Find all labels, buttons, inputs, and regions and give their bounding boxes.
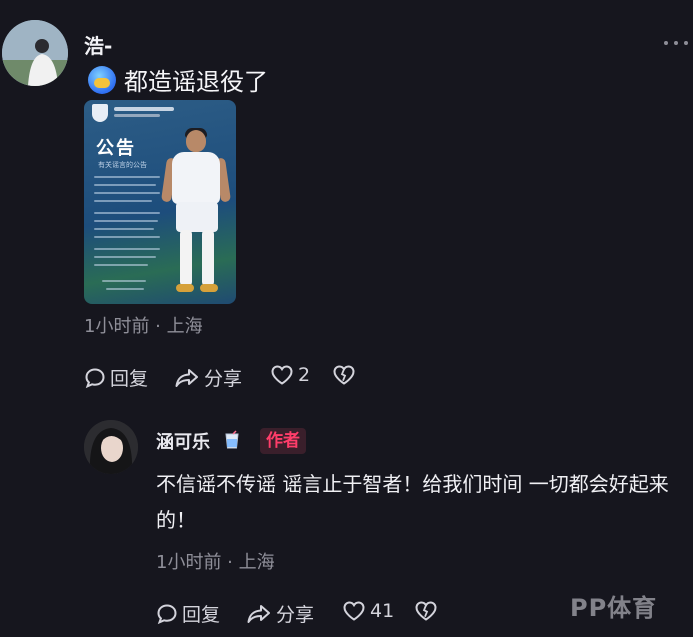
reply-meta: 1小时前 · 上海	[156, 552, 275, 573]
like-button[interactable]: 2	[270, 364, 310, 386]
comment-meta: 1小时前 · 上海	[84, 316, 203, 337]
dislike-heart-icon	[415, 601, 437, 621]
avatar[interactable]	[2, 20, 68, 86]
share-button[interactable]: 分享	[174, 364, 242, 391]
comment-text: 都造谣退役了	[124, 68, 268, 96]
heart-icon	[271, 365, 293, 385]
reply-icon	[157, 603, 177, 624]
avatar-photo	[2, 20, 68, 86]
dislike-heart-icon	[333, 365, 355, 385]
poster-title: 公告	[96, 138, 136, 159]
emoji-sticker-icon	[88, 66, 116, 94]
reply-button[interactable]: 回复	[84, 364, 148, 391]
share-label: 分享	[204, 368, 243, 390]
reply-label: 回复	[182, 604, 221, 626]
reply-username[interactable]: 涵可乐	[156, 428, 210, 454]
share-icon	[247, 604, 270, 623]
username[interactable]: 浩-	[84, 30, 112, 59]
like-count: 2	[298, 364, 311, 386]
share-label: 分享	[276, 604, 315, 626]
dislike-button[interactable]	[332, 364, 356, 386]
poster-subtitle: 有关谣言的公告	[98, 161, 147, 169]
more-options-icon[interactable]	[664, 38, 688, 48]
reply-dislike-button[interactable]	[414, 600, 438, 622]
reply-like-button[interactable]: 41	[342, 600, 394, 622]
reply-avatar[interactable]	[84, 420, 138, 474]
reply-share-button[interactable]: 分享	[246, 600, 314, 627]
attached-image[interactable]: 公告 有关谣言的公告	[84, 100, 236, 304]
club-logo-icon	[92, 104, 108, 122]
player-figure	[160, 128, 232, 300]
reply-reply-button[interactable]: 回复	[156, 600, 220, 627]
watermark: PP体育	[570, 594, 658, 622]
author-badge: 作者	[260, 428, 306, 454]
like-count: 41	[370, 600, 395, 622]
reply-text: 不信谣不传谣 谣言止于智者！给我们时间 一切都会好起来的！	[156, 472, 669, 532]
heart-icon	[343, 601, 365, 621]
reply-label: 回复	[110, 368, 149, 390]
reply-icon	[85, 367, 105, 388]
reply-avatar-photo	[84, 420, 138, 474]
cup-icon	[224, 430, 240, 450]
share-icon	[175, 368, 198, 387]
